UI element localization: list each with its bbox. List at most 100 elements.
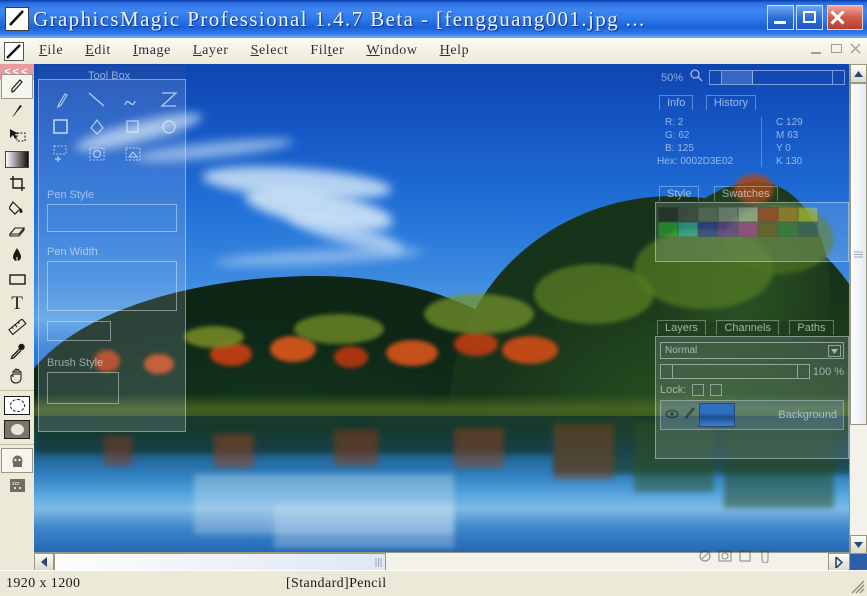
- document-canvas-image[interactable]: Tool Box Pen Style Pen Width Brush Style…: [34, 64, 867, 556]
- floating-tool-box-palette[interactable]: Tool Box Pen Style Pen Width Brush Style: [38, 66, 187, 432]
- polygon-icon[interactable]: [151, 86, 187, 113]
- pen-icon[interactable]: [43, 86, 79, 113]
- pen-width-preview[interactable]: [47, 261, 177, 311]
- swatch-cell[interactable]: [698, 207, 718, 222]
- menu-select[interactable]: Select: [240, 41, 300, 61]
- layer-row-background[interactable]: Background: [660, 400, 844, 430]
- swatch-cell[interactable]: [738, 222, 758, 237]
- swatch-cell[interactable]: [758, 207, 778, 222]
- swatch-cell[interactable]: [678, 207, 698, 222]
- tab-history[interactable]: History: [705, 95, 757, 110]
- foreground-color-swatch[interactable]: [2, 394, 32, 417]
- marquee-icon[interactable]: [79, 140, 115, 167]
- menu-layer[interactable]: Layer: [182, 41, 240, 61]
- style-swatches-palette[interactable]: Style Swatches: [655, 182, 849, 262]
- swatch-cell[interactable]: [678, 222, 698, 237]
- tab-layers[interactable]: Layers: [657, 320, 707, 335]
- eraser-tool-button[interactable]: [2, 220, 32, 243]
- layers-palette[interactable]: Layers Channels Paths Normal 100 % Lock:…: [655, 318, 849, 459]
- diamond-icon[interactable]: [79, 113, 115, 140]
- brush-tool-button[interactable]: [2, 100, 32, 123]
- move-selection-icon[interactable]: [43, 140, 79, 167]
- swatch-cell[interactable]: [718, 207, 738, 222]
- zoom-slider-right-button[interactable]: [832, 71, 844, 84]
- tab-channels[interactable]: Channels: [716, 320, 779, 335]
- swatch-cell[interactable]: [658, 207, 678, 222]
- lock-all-checkbox[interactable]: [710, 384, 723, 396]
- quickmask-tool-button[interactable]: [1, 448, 33, 473]
- measure-tool-button[interactable]: [2, 316, 32, 339]
- swatch-cell[interactable]: [798, 222, 818, 237]
- maximize-button[interactable]: [796, 5, 823, 30]
- pencil-tool-button[interactable]: [1, 74, 33, 99]
- menu-window[interactable]: Window: [355, 41, 428, 61]
- chevron-down-icon[interactable]: [828, 345, 841, 357]
- floating-palette-titlebar[interactable]: Tool Box: [38, 66, 186, 82]
- swatch-cell[interactable]: [758, 222, 778, 237]
- brush-icon[interactable]: [683, 406, 695, 425]
- text-tool-button[interactable]: T: [2, 292, 32, 315]
- circle-icon[interactable]: [151, 113, 187, 140]
- tab-style[interactable]: Style: [659, 186, 700, 201]
- crop-tool-button[interactable]: [2, 172, 32, 195]
- layer-thumbnail[interactable]: [699, 403, 735, 427]
- swatch-cell[interactable]: [778, 222, 798, 237]
- menu-file[interactable]: File: [28, 41, 74, 61]
- hand-tool-button[interactable]: [2, 364, 32, 387]
- tab-paths[interactable]: Paths: [789, 320, 834, 335]
- minimize-button[interactable]: [767, 5, 794, 30]
- curve-icon[interactable]: [115, 86, 151, 113]
- canvas-workspace[interactable]: Tool Box Pen Style Pen Width Brush Style…: [34, 64, 867, 571]
- mdi-minimize-icon[interactable]: [809, 42, 824, 56]
- horizontal-scroll-thumb[interactable]: [54, 553, 386, 571]
- zoom-slider[interactable]: [709, 70, 845, 85]
- background-color-swatch[interactable]: [2, 418, 32, 441]
- mdi-close-icon[interactable]: [849, 42, 864, 56]
- zoom-slider-thumb[interactable]: [722, 71, 754, 84]
- scroll-right-button[interactable]: [828, 553, 850, 571]
- swatch-grid[interactable]: [658, 207, 848, 237]
- rectangle-tool-button[interactable]: [2, 268, 32, 291]
- opacity-slider[interactable]: [660, 364, 810, 379]
- ink-pen-tool-button[interactable]: [2, 244, 32, 267]
- delete-layer-icon[interactable]: [758, 549, 772, 568]
- menu-help[interactable]: Help: [429, 41, 481, 61]
- marquee-dashed-icon[interactable]: [115, 140, 151, 167]
- new-effect-icon[interactable]: [698, 549, 712, 568]
- blend-mode-select[interactable]: Normal: [660, 342, 844, 359]
- new-layer-icon[interactable]: [738, 549, 752, 568]
- mdi-restore-icon[interactable]: [829, 42, 844, 56]
- swatch-cell[interactable]: [718, 222, 738, 237]
- gradient-tool-button[interactable]: [2, 148, 32, 171]
- paint-bucket-tool-button[interactable]: [2, 196, 32, 219]
- eye-visibility-icon[interactable]: [665, 406, 679, 424]
- navigator-info-palette[interactable]: 50% Info History R: 2 G: 62 B: 125 Hex: …: [655, 64, 849, 167]
- pen-style-preview[interactable]: [47, 204, 177, 232]
- zoom-slider-left-button[interactable]: [710, 71, 723, 84]
- screen-mode-button[interactable]: zzz: [2, 474, 32, 497]
- tab-info[interactable]: Info: [659, 95, 694, 110]
- swatch-cell[interactable]: [778, 207, 798, 222]
- opacity-slider-right-button[interactable]: [796, 365, 809, 378]
- scroll-down-button[interactable]: [850, 535, 867, 554]
- vertical-scrollbar[interactable]: [849, 64, 867, 554]
- resize-grip[interactable]: [851, 580, 865, 594]
- tab-swatches[interactable]: Swatches: [713, 186, 778, 201]
- eyedropper-tool-button[interactable]: [2, 340, 32, 363]
- swatch-cell[interactable]: [798, 207, 818, 222]
- move-tool-button[interactable]: [2, 124, 32, 147]
- swatch-cell[interactable]: [698, 222, 718, 237]
- filled-square-icon[interactable]: [43, 113, 79, 140]
- swatch-cell[interactable]: [658, 222, 678, 237]
- scroll-up-button[interactable]: [850, 64, 867, 83]
- brush-style-preview[interactable]: [47, 372, 119, 404]
- square-icon[interactable]: [115, 113, 151, 140]
- opacity-slider-left-button[interactable]: [661, 365, 673, 378]
- lock-transparency-checkbox[interactable]: [692, 384, 705, 396]
- menu-filter[interactable]: Filter: [299, 41, 355, 61]
- line-icon[interactable]: [79, 86, 115, 113]
- vertical-scroll-thumb[interactable]: [850, 83, 867, 425]
- close-button[interactable]: [827, 5, 863, 30]
- menu-image[interactable]: Image: [122, 41, 182, 61]
- mask-icon[interactable]: [718, 549, 732, 568]
